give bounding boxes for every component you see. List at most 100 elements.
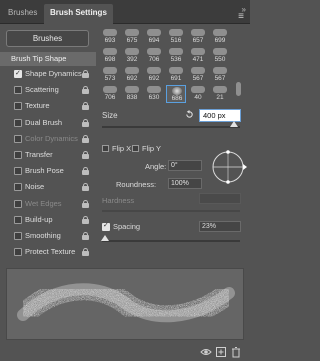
brush-tip-thumbnail (213, 48, 227, 55)
brush-tip-size: 691 (170, 75, 182, 82)
brushes-button[interactable]: Brushes (6, 30, 89, 47)
brush-tip-selected[interactable]: 686 (166, 85, 186, 103)
brush-option-item[interactable]: Build-up (0, 214, 96, 226)
size-slider-thumb[interactable] (230, 121, 239, 127)
brush-tip-tile[interactable]: 691 (166, 66, 186, 84)
brush-option-item[interactable]: Smoothing (0, 230, 96, 242)
flip-y-label: Flip Y (142, 144, 162, 153)
brush-option-checkbox[interactable] (14, 151, 22, 159)
lock-icon[interactable] (82, 248, 89, 257)
delete-brush-icon[interactable] (230, 346, 242, 358)
flip-x-label: Flip X (112, 144, 132, 153)
roundness-label: Roundness: (116, 180, 157, 189)
brush-tip-tile[interactable]: 706 (100, 85, 120, 103)
lock-icon[interactable] (82, 183, 89, 192)
scrollbar-thumb[interactable] (236, 82, 241, 96)
brush-option-checkbox[interactable] (14, 232, 22, 240)
brush-option-item[interactable]: Texture (0, 100, 96, 112)
brush-tip-size: 698 (104, 56, 116, 63)
flip-y-checkbox[interactable] (132, 145, 139, 152)
brush-tip-tile[interactable]: 838 (122, 85, 142, 103)
brush-tip-tile[interactable]: 550 (210, 47, 230, 65)
tab-brush-settings[interactable]: Brush Settings (44, 4, 113, 24)
brush-tip-tile[interactable]: 40 (188, 85, 208, 103)
brush-option-item[interactable]: Color Dynamics (0, 133, 96, 145)
brush-option-checkbox[interactable] (14, 86, 22, 95)
toggle-preview-icon[interactable] (200, 346, 212, 358)
brush-tip-tile[interactable]: 630 (144, 85, 164, 103)
brush-tip-size: 694 (148, 37, 160, 44)
brush-tip-size: 699 (214, 37, 226, 44)
brush-tip-size: 392 (126, 56, 138, 63)
brush-tip-size: 550 (214, 56, 226, 63)
brush-tip-tile[interactable]: 392 (122, 47, 142, 65)
spacing-input[interactable]: 23% (199, 221, 241, 232)
flip-x-checkbox[interactable] (102, 145, 109, 152)
brush-option-checkbox[interactable] (14, 134, 22, 143)
brush-tip-tile[interactable]: 693 (100, 28, 120, 46)
brush-grid-scrollbar[interactable] (235, 28, 242, 104)
brush-tip-size: 838 (126, 94, 138, 101)
brush-tip-tile[interactable]: 567 (210, 66, 230, 84)
brush-option-item[interactable]: Shape Dynamics (0, 68, 96, 80)
lock-icon[interactable] (82, 151, 89, 159)
brush-option-checkbox[interactable] (14, 102, 22, 111)
spacing-slider-track[interactable] (102, 240, 240, 242)
lock-icon[interactable] (82, 232, 89, 240)
panel-menu-icon[interactable]: ≡ (238, 12, 244, 22)
brush-tip-tile[interactable]: 698 (100, 47, 120, 65)
brush-tip-tile[interactable]: 692 (122, 66, 142, 84)
brush-tip-size: 40 (194, 94, 202, 101)
brush-tip-tile[interactable]: 675 (122, 28, 142, 46)
brush-option-item[interactable]: Transfer (0, 149, 96, 161)
brush-option-item[interactable]: Dual Brush (0, 117, 96, 129)
brush-tip-tile[interactable]: 567 (188, 66, 208, 84)
reset-size-icon[interactable] (185, 110, 194, 119)
brush-tip-thumbnail (147, 29, 161, 36)
brush-tip-thumbnail (169, 48, 183, 55)
brush-option-item[interactable]: Noise (0, 181, 96, 193)
lock-icon[interactable] (82, 70, 89, 78)
spacing-checkbox[interactable] (102, 221, 110, 231)
brush-option-item[interactable]: Brush Pose (0, 165, 96, 177)
spacing-slider-thumb[interactable] (100, 235, 109, 241)
brush-option-label: Texture (25, 101, 50, 111)
brush-option-checkbox[interactable] (14, 183, 22, 192)
brush-tip-tile[interactable]: 657 (188, 28, 208, 46)
lock-icon[interactable] (82, 215, 89, 224)
brush-tip-tile[interactable]: 536 (166, 47, 186, 65)
lock-icon[interactable] (82, 86, 89, 95)
brush-option-checkbox[interactable] (14, 215, 22, 224)
brush-tip-tile[interactable]: 471 (188, 47, 208, 65)
brush-option-item[interactable]: Scattering (0, 84, 96, 96)
brush-option-label: Noise (25, 182, 45, 192)
brush-tip-tile[interactable]: 573 (100, 66, 120, 84)
brush-option-checkbox[interactable] (14, 199, 22, 208)
angle-roundness-compass[interactable] (210, 145, 248, 191)
brush-tip-tile[interactable]: 699 (210, 28, 230, 46)
lock-icon[interactable] (82, 118, 89, 127)
lock-icon[interactable] (82, 134, 89, 143)
brush-tip-tile[interactable]: 516 (166, 28, 186, 46)
tab-brushes[interactable]: Brushes (2, 4, 43, 24)
brush-option-checkbox[interactable] (14, 167, 22, 176)
brush-option-item[interactable]: Wet Edges (0, 198, 96, 210)
brush-tip-tile[interactable]: 694 (144, 28, 164, 46)
brush-option-checkbox[interactable] (14, 69, 22, 78)
brush-option-checkbox[interactable] (14, 248, 22, 257)
brush-options-list: Brushes Brush Tip Shape Shape Dynamics Sc… (0, 24, 100, 264)
brush-tip-thumbnail (147, 67, 161, 74)
size-slider-track[interactable] (102, 126, 240, 128)
lock-icon[interactable] (82, 199, 89, 208)
lock-icon[interactable] (82, 167, 89, 176)
brush-tip-tile[interactable]: 21 (210, 85, 230, 103)
brush-option-item[interactable]: Protect Texture (0, 246, 96, 258)
brush-option-checkbox[interactable] (14, 118, 22, 127)
create-new-brush-icon[interactable] (215, 346, 227, 358)
brush-tip-shape-item[interactable]: Brush Tip Shape (0, 52, 96, 66)
angle-input[interactable]: 0° (168, 160, 202, 171)
brush-tip-tile[interactable]: 706 (144, 47, 164, 65)
lock-icon[interactable] (82, 102, 89, 111)
roundness-input[interactable]: 100% (168, 178, 202, 189)
brush-tip-tile[interactable]: 692 (144, 66, 164, 84)
